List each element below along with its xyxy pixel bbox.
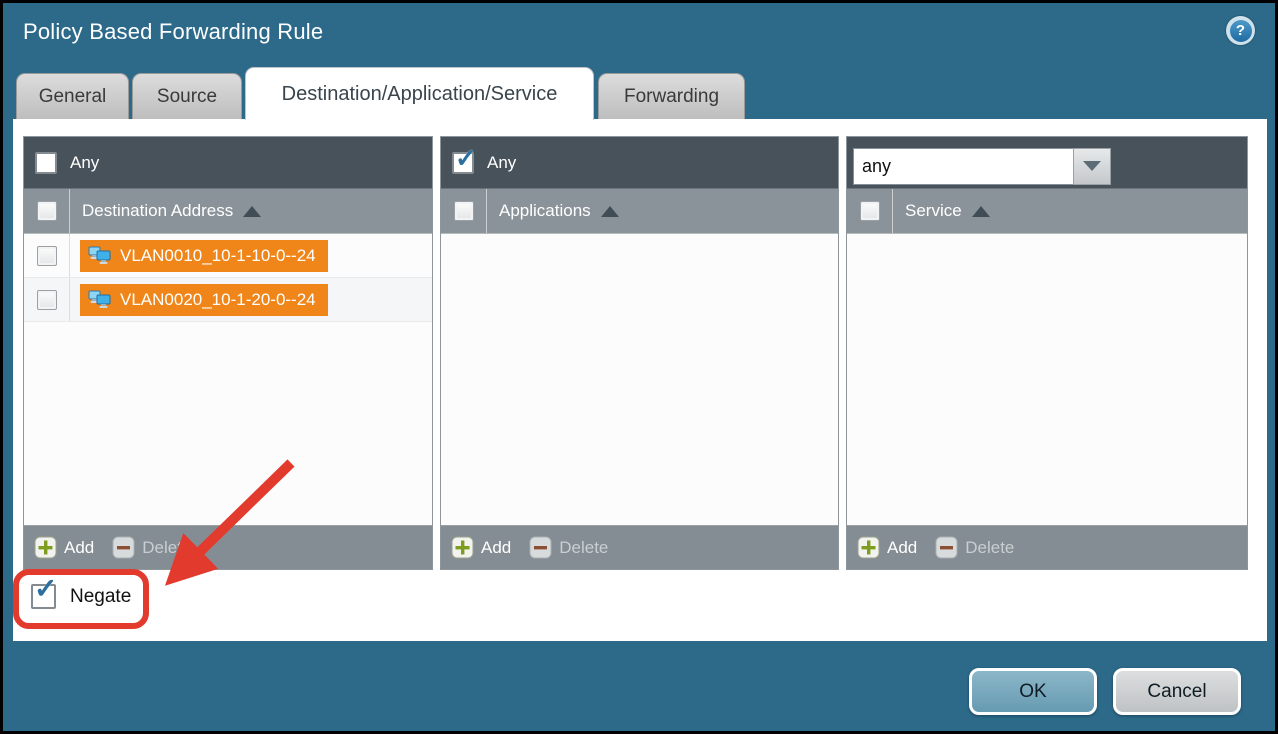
service-selectall-checkbox[interactable]	[860, 201, 880, 221]
delete-button: Delete	[935, 536, 1014, 559]
tab-source[interactable]: Source	[132, 73, 242, 120]
applications-header-label: Applications	[499, 201, 591, 221]
sort-ascending-icon	[972, 206, 990, 217]
delete-button: Delete	[112, 536, 191, 559]
destination-any-checkbox[interactable]	[35, 152, 57, 174]
sort-ascending-icon	[601, 206, 619, 217]
add-plus-icon	[34, 536, 57, 559]
destination-address-column-header[interactable]: Destination Address	[24, 189, 432, 234]
add-button[interactable]: Add	[857, 536, 917, 559]
service-mode-bar	[847, 137, 1247, 189]
destination-any-bar: Any	[24, 137, 432, 189]
dropdown-button[interactable]	[1073, 148, 1111, 185]
destination-toolbar: Add Delete	[24, 525, 432, 569]
table-row[interactable]: VLAN0020_10-1-20-0--24	[24, 278, 432, 322]
destination-address-panel: Any Destination Address	[23, 136, 433, 570]
applications-any-bar: ✓ Any	[441, 137, 838, 189]
row-checkbox[interactable]	[37, 246, 57, 266]
service-column-header[interactable]: Service	[847, 189, 1247, 234]
network-address-icon	[88, 290, 112, 309]
ok-button[interactable]: OK	[969, 668, 1097, 715]
sort-ascending-icon	[243, 206, 261, 217]
delete-minus-icon	[112, 536, 135, 559]
help-icon-glyph: ?	[1230, 20, 1252, 42]
help-icon[interactable]: ?	[1226, 16, 1255, 45]
service-toolbar: Add Delete	[847, 525, 1247, 569]
delete-minus-icon	[529, 536, 552, 559]
applications-toolbar: Add Delete	[441, 525, 838, 569]
dialog-window: Policy Based Forwarding Rule ? General S…	[0, 0, 1278, 734]
add-button[interactable]: Add	[451, 536, 511, 559]
service-mode-input[interactable]	[853, 148, 1073, 185]
add-button[interactable]: Add	[34, 536, 94, 559]
annotation-highlight-box	[13, 569, 149, 629]
network-address-icon	[88, 246, 112, 265]
address-object-chip[interactable]: VLAN0020_10-1-20-0--24	[80, 284, 328, 316]
address-object-chip[interactable]: VLAN0010_10-1-10-0--24	[80, 240, 328, 272]
chevron-down-icon	[1083, 161, 1101, 171]
tab-general[interactable]: General	[16, 73, 129, 120]
page-title: Policy Based Forwarding Rule	[23, 19, 323, 45]
tab-destination-application-service[interactable]: Destination/Application/Service	[245, 67, 594, 120]
applications-panel: ✓ Any Applications Add	[440, 136, 839, 570]
tab-forwarding[interactable]: Forwarding	[598, 73, 745, 120]
service-header-label: Service	[905, 201, 962, 221]
applications-column-header[interactable]: Applications	[441, 189, 838, 234]
applications-list	[441, 234, 838, 525]
destination-header-label: Destination Address	[82, 201, 233, 221]
applications-selectall-checkbox[interactable]	[454, 201, 474, 221]
add-plus-icon	[451, 536, 474, 559]
service-mode-dropdown[interactable]	[853, 148, 1111, 185]
delete-minus-icon	[935, 536, 958, 559]
delete-button: Delete	[529, 536, 608, 559]
address-object-name: VLAN0020_10-1-20-0--24	[120, 290, 316, 310]
tab-content-panel: Any Destination Address	[13, 119, 1267, 641]
service-panel: Service Add De	[846, 136, 1248, 570]
address-object-name: VLAN0010_10-1-10-0--24	[120, 246, 316, 266]
service-list	[847, 234, 1247, 525]
row-checkbox[interactable]	[37, 290, 57, 310]
destination-selectall-checkbox[interactable]	[37, 201, 57, 221]
destination-address-list: VLAN0010_10-1-10-0--24	[24, 234, 432, 525]
cancel-button[interactable]: Cancel	[1113, 668, 1241, 715]
applications-any-checkbox[interactable]: ✓	[452, 152, 474, 174]
destination-any-label: Any	[70, 153, 99, 173]
add-plus-icon	[857, 536, 880, 559]
table-row[interactable]: VLAN0010_10-1-10-0--24	[24, 234, 432, 278]
applications-any-label: Any	[487, 153, 516, 173]
